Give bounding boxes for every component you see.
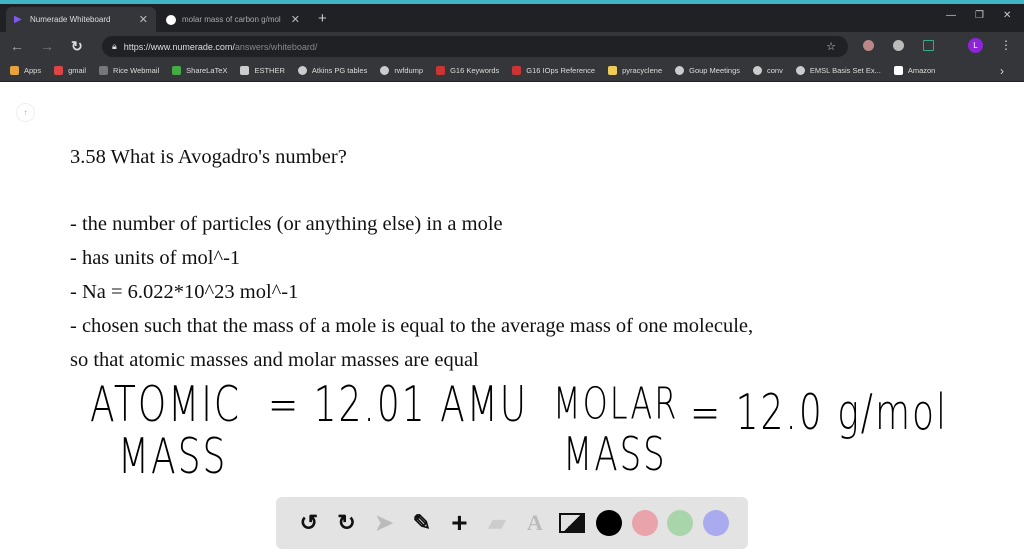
tab-title: Numerade Whiteboard — [30, 15, 111, 24]
bookmark[interactable]: ShareLaTeX — [172, 66, 227, 75]
bookmarks-bar: Apps gmail Rice Webmail ShareLaTeX ESTHE… — [0, 60, 1024, 82]
cast-icon[interactable] — [923, 40, 934, 51]
bookmark-label: Apps — [24, 66, 42, 75]
bookmark[interactable]: ESTHER — [240, 66, 285, 75]
question-title: 3.58 What is Avogadro's number? — [70, 146, 347, 168]
bookmark[interactable]: gmail — [54, 66, 86, 75]
typed-text: 3.58 What is Avogadro's number? - the nu… — [70, 140, 753, 377]
image-tool[interactable] — [558, 509, 586, 537]
handwriting-molar-value: = 12.0 g/mol — [690, 386, 949, 442]
close-tab-icon[interactable]: ✕ — [139, 13, 148, 26]
close-tab-icon[interactable]: ✕ — [291, 13, 300, 26]
bookmark[interactable]: conv — [753, 66, 783, 75]
bookmark-label: gmail — [68, 66, 87, 75]
whiteboard-canvas[interactable]: ↑ 3.58 What is Avogadro's number? - the … — [0, 82, 1024, 554]
star-icon[interactable]: ☆ — [826, 40, 836, 53]
bookmark[interactable]: G16 Keywords — [436, 66, 499, 75]
bookmark-label: conv — [767, 66, 783, 75]
bookmark[interactable]: Goup Meetings — [675, 66, 740, 75]
handwriting-atomic-mass: MASS — [118, 430, 228, 486]
bookmark[interactable]: rwfdump — [380, 66, 423, 75]
bookmark-label: Goup Meetings — [689, 66, 740, 75]
text-line: - has units of mol^-1 — [70, 247, 241, 269]
more-bookmarks-icon[interactable]: › — [1000, 64, 1004, 78]
url-host: https://www.numerade.com/ — [123, 41, 235, 52]
bookmark-label: ESTHER — [254, 66, 285, 75]
url-path: answers/whiteboard/ — [234, 41, 318, 52]
address-bar-row: ← → ↻ 🔒︎ https://www.numerade.com/answer… — [0, 32, 1024, 60]
color-green[interactable] — [667, 510, 694, 536]
tab-google[interactable]: molar mass of carbon g/mol ✕ — [158, 7, 308, 32]
drawing-toolbar: ↺ ↻ ➤ ✎ + ▰ A — [276, 497, 748, 549]
google-icon — [166, 14, 176, 25]
bookmark-label: G16 Keywords — [450, 66, 500, 75]
bookmark-label: EMSL Basis Set Ex... — [809, 66, 881, 75]
extension-icon[interactable] — [893, 40, 904, 51]
page-indicator[interactable]: ↑ — [16, 103, 35, 122]
color-blue[interactable] — [703, 510, 730, 536]
text-tool[interactable]: A — [521, 509, 549, 537]
pencil-tool[interactable]: ✎ — [408, 509, 436, 537]
add-tool[interactable]: + — [445, 507, 473, 538]
image-icon — [559, 513, 586, 533]
profile-avatar[interactable]: L — [968, 38, 983, 53]
numerade-icon: ▶ — [14, 13, 22, 25]
tab-bar: ▶ Numerade Whiteboard ✕ molar mass of ca… — [0, 4, 1024, 32]
close-window-button[interactable]: ✕ — [1003, 10, 1011, 21]
eraser-tool[interactable]: ▰ — [483, 509, 511, 537]
minimize-button[interactable]: — — [946, 10, 956, 21]
bookmark-label: Rice Webmail — [113, 66, 160, 75]
extension-icon[interactable] — [863, 40, 874, 51]
bookmark[interactable]: Amazon — [893, 66, 936, 75]
bookmark-label: ShareLaTeX — [186, 66, 228, 75]
reload-button[interactable]: ↻ — [71, 38, 83, 55]
forward-button[interactable]: → — [40, 38, 54, 54]
text-line: - Na = 6.022*10^23 mol^-1 — [70, 281, 299, 303]
undo-button[interactable]: ↺ — [295, 509, 323, 537]
new-tab-button[interactable]: + — [318, 10, 327, 27]
tab-numerade[interactable]: ▶ Numerade Whiteboard ✕ — [6, 7, 156, 32]
select-tool[interactable]: ➤ — [370, 509, 398, 537]
color-black[interactable] — [596, 510, 623, 536]
handwriting-atomic: ATOMIC — [90, 378, 241, 434]
bookmark-label: pyracyclene — [622, 66, 663, 75]
bookmark[interactable]: Rice Webmail — [99, 66, 159, 75]
url-input[interactable]: 🔒︎ https://www.numerade.com/answers/whit… — [102, 36, 848, 57]
handwriting-molar: MOLAR — [553, 378, 679, 430]
bookmark-label: G16 IOps Reference — [526, 66, 596, 75]
bookmark[interactable]: G16 IOps Reference — [512, 66, 595, 75]
text-line: - the number of particles (or anything e… — [70, 213, 503, 235]
bookmark[interactable]: pyracyclene — [608, 66, 662, 75]
back-button[interactable]: ← — [10, 38, 24, 54]
handwriting-molar-mass: MASS — [563, 428, 667, 482]
restore-button[interactable]: ❐ — [975, 10, 984, 21]
bookmark[interactable]: EMSL Basis Set Ex... — [795, 66, 881, 75]
color-red[interactable] — [631, 510, 658, 536]
bookmark[interactable]: Apps — [10, 66, 41, 75]
handwriting-atomic-value: = 12.01 AMU — [268, 378, 529, 434]
lock-icon: 🔒︎ — [112, 41, 117, 51]
bookmark-label: rwfdump — [394, 66, 424, 75]
bookmark-label: Amazon — [907, 66, 936, 75]
text-line: so that atomic masses and molar masses a… — [70, 349, 479, 371]
redo-button[interactable]: ↻ — [332, 509, 360, 537]
bookmark[interactable]: Atkins PG tables — [297, 66, 368, 75]
bookmark-label: Atkins PG tables — [311, 66, 368, 75]
text-line: - chosen such that the mass of a mole is… — [70, 315, 754, 337]
menu-icon[interactable]: ⋮ — [1000, 38, 1012, 52]
tab-title: molar mass of carbon g/mol — [182, 15, 281, 24]
